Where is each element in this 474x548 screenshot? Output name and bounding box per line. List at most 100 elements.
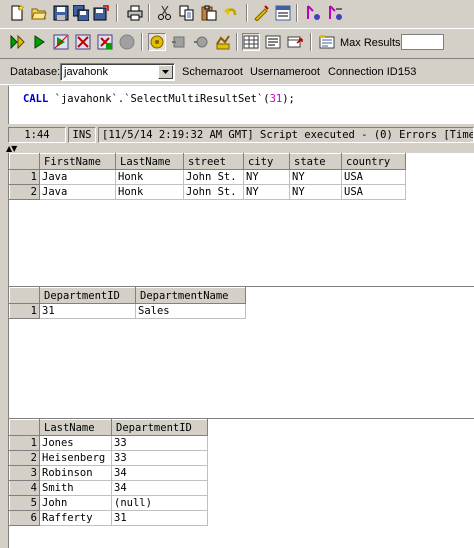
row-number[interactable]: 1 xyxy=(9,169,40,185)
sql-editor[interactable]: CALL `javahonk`.`SelectMultiResultSet`(3… xyxy=(8,86,474,124)
copy-icon[interactable] xyxy=(178,4,196,22)
table-cell[interactable]: 34 xyxy=(111,480,208,496)
find-icon[interactable] xyxy=(304,4,322,22)
collapse-arrows-icon[interactable]: ▲▼ xyxy=(6,145,17,153)
table-cell[interactable]: 31 xyxy=(111,510,208,526)
format-icon[interactable] xyxy=(252,4,270,22)
table-cell[interactable]: Smith xyxy=(39,480,112,496)
header-row: LastName DepartmentID xyxy=(9,419,208,436)
row-number[interactable]: 6 xyxy=(9,510,40,526)
chevron-down-icon[interactable] xyxy=(158,65,173,79)
table-cell[interactable]: Java xyxy=(39,169,116,185)
table-cell[interactable]: Robinson xyxy=(39,465,112,481)
print-icon[interactable] xyxy=(126,4,144,22)
column-header[interactable]: FirstName xyxy=(39,153,116,170)
table-cell[interactable]: 33 xyxy=(111,450,208,466)
column-header[interactable]: DepartmentID xyxy=(39,287,136,304)
table-cell[interactable]: Heisenberg xyxy=(39,450,112,466)
export-results-icon[interactable] xyxy=(286,33,304,51)
table-cell[interactable]: Honk xyxy=(115,184,184,200)
step-icon[interactable] xyxy=(96,33,114,51)
new-icon[interactable] xyxy=(8,4,26,22)
table-cell[interactable]: John xyxy=(39,495,112,511)
row-number[interactable]: 2 xyxy=(9,450,40,466)
result-pane-1[interactable]: FirstName LastName street city state cou… xyxy=(8,153,474,286)
column-header[interactable]: country xyxy=(341,153,406,170)
column-header[interactable]: DepartmentID xyxy=(111,419,208,436)
text-icon[interactable] xyxy=(264,33,282,51)
result-pane-2[interactable]: DepartmentID DepartmentName 1 31 Sales xyxy=(8,287,474,418)
table-row[interactable]: 3 Robinson 34 xyxy=(9,465,208,481)
table-cell[interactable]: NY xyxy=(243,184,290,200)
table-cell[interactable]: Java xyxy=(39,184,116,200)
database-label: Database: xyxy=(10,66,61,78)
row-number[interactable]: 1 xyxy=(9,435,40,451)
table-cell[interactable]: Sales xyxy=(135,303,246,319)
export-icon[interactable] xyxy=(92,4,110,22)
column-header[interactable]: LastName xyxy=(115,153,184,170)
table-row[interactable]: 4 Smith 34 xyxy=(9,480,208,496)
indent-icon[interactable] xyxy=(274,4,292,22)
paste-icon[interactable] xyxy=(200,4,218,22)
database-select[interactable]: javahonk xyxy=(60,63,175,81)
table-cell[interactable]: John St. xyxy=(183,184,244,200)
column-header[interactable]: state xyxy=(289,153,342,170)
stop-icon[interactable] xyxy=(74,33,92,51)
row-number[interactable]: 3 xyxy=(9,465,40,481)
table-row[interactable]: 5 John (null) xyxy=(9,495,208,511)
execute-icon[interactable] xyxy=(8,33,26,51)
table-row[interactable]: 2 Java Honk John St. NY NY USA xyxy=(9,184,406,200)
grid-icon[interactable] xyxy=(242,33,260,51)
cursor-position: 1:44 xyxy=(8,127,66,143)
table-cell[interactable]: USA xyxy=(341,169,406,185)
row-number-header xyxy=(9,419,40,436)
table-cell[interactable]: 33 xyxy=(111,435,208,451)
table-cell[interactable]: 34 xyxy=(111,465,208,481)
table-row[interactable]: 1 Java Honk John St. NY NY USA xyxy=(9,169,406,185)
run-icon[interactable] xyxy=(30,33,48,51)
table-cell[interactable]: 31 xyxy=(39,303,136,319)
row-number[interactable]: 2 xyxy=(9,184,40,200)
table-cell[interactable]: USA xyxy=(341,184,406,200)
row-number[interactable]: 4 xyxy=(9,480,40,496)
table-cell[interactable]: (null) xyxy=(111,495,208,511)
table-cell[interactable]: Rafferty xyxy=(39,510,112,526)
undo-icon[interactable] xyxy=(222,4,240,22)
max-results-input[interactable] xyxy=(401,34,444,50)
table-cell[interactable]: Honk xyxy=(115,169,184,185)
cut-icon[interactable] xyxy=(156,4,174,22)
table-cell[interactable]: NY xyxy=(243,169,290,185)
save-icon[interactable] xyxy=(52,4,70,22)
insert-mode: INS xyxy=(68,127,96,143)
table-row[interactable]: 1 31 Sales xyxy=(9,303,246,319)
table-cell[interactable]: John St. xyxy=(183,169,244,185)
row-number[interactable]: 1 xyxy=(9,303,40,319)
table-row[interactable]: 2 Heisenberg 33 xyxy=(9,450,208,466)
row-number-header xyxy=(9,287,40,304)
column-header[interactable]: city xyxy=(243,153,290,170)
result-pane-3[interactable]: LastName DepartmentID 1 Jones 33 2 Heise… xyxy=(8,419,474,548)
autocommit-icon[interactable] xyxy=(148,33,166,51)
column-header[interactable]: DepartmentName xyxy=(135,287,246,304)
status-bar: 1:44 INS [11/5/14 2:19:32 AM GMT] Script… xyxy=(0,125,474,145)
table-row[interactable]: 1 Jones 33 xyxy=(9,435,208,451)
commit-icon[interactable] xyxy=(170,33,188,51)
cancel-icon[interactable] xyxy=(118,33,136,51)
rollback-icon[interactable] xyxy=(192,33,210,51)
table-cell[interactable]: NY xyxy=(289,184,342,200)
save-all-icon[interactable] xyxy=(72,4,90,22)
row-number[interactable]: 5 xyxy=(9,495,40,511)
table-cell[interactable]: Jones xyxy=(39,435,112,451)
open-icon[interactable] xyxy=(30,4,48,22)
transaction-icon[interactable] xyxy=(214,33,232,51)
replace-icon[interactable] xyxy=(326,4,344,22)
main-toolbar xyxy=(0,0,474,28)
column-header[interactable]: LastName xyxy=(39,419,112,436)
schema-value: root xyxy=(224,66,243,78)
table-cell[interactable]: NY xyxy=(289,169,342,185)
connection-bar: Database: javahonk Schema: root Username… xyxy=(0,58,474,85)
column-header[interactable]: street xyxy=(183,153,244,170)
explain-icon[interactable] xyxy=(52,33,70,51)
options-icon[interactable] xyxy=(318,33,336,51)
table-row[interactable]: 6 Rafferty 31 xyxy=(9,510,208,526)
